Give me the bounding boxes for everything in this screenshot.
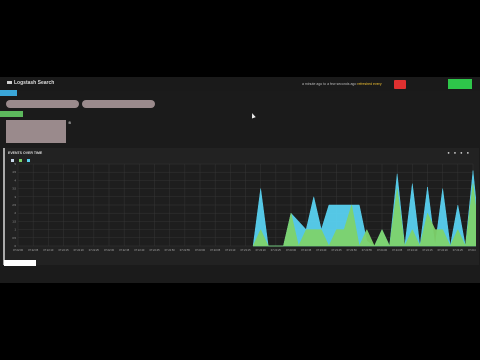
y-tick-label: 3.5 <box>12 187 16 191</box>
x-tick-label: 07:23:35 <box>301 248 312 252</box>
top-nav-bar: Logstash Search a minute ago to a few se… <box>0 77 480 91</box>
x-tick-label: 07:24:20 <box>438 248 449 252</box>
x-tick-label: 07:23:40 <box>316 248 327 252</box>
x-tick-label: 07:22:30 <box>104 248 115 252</box>
x-tick-label: 07:22:50 <box>165 248 176 252</box>
app-title: Logstash Search <box>7 80 54 86</box>
y-tick-label: 2.5 <box>12 203 16 207</box>
x-tick-label: 07:22:15 <box>58 248 69 252</box>
close-icon[interactable]: ⊗ <box>68 120 71 125</box>
x-tick-label: 07:22:00 <box>13 248 24 252</box>
y-tick-label: 4.5 <box>12 170 16 174</box>
y-tick-label: 5 <box>15 162 17 166</box>
y-tick-label: 1.5 <box>12 219 16 223</box>
query-toggle-button[interactable] <box>0 90 17 96</box>
y-tick-label: 0.5 <box>12 236 16 240</box>
close-icon[interactable]: ● <box>467 150 473 155</box>
x-tick-label: 07:24:25 <box>453 248 464 252</box>
refresh-text[interactable]: refreshed every <box>357 82 381 86</box>
app-window: Logstash Search a minute ago to a few se… <box>0 77 480 283</box>
x-tick-label: 07:23:55 <box>362 248 373 252</box>
x-tick-label: 07:22:20 <box>74 248 85 252</box>
query-input-2[interactable] <box>82 100 155 108</box>
events-over-time-panel: EVENTS OVER TIME ●●●● 0 0.5 1 1.5 2 2.5 3 3.5 4 4… <box>3 148 479 265</box>
logo-icon <box>7 81 12 85</box>
x-tick-label: 07:22:10 <box>43 248 54 252</box>
x-tick-label: 07:22:35 <box>119 248 130 252</box>
x-tick-label: 07:23:20 <box>256 248 267 252</box>
y-tick-label: 4 <box>15 178 17 182</box>
app-title-text: Logstash Search <box>14 80 55 86</box>
panel-controls[interactable]: ●●●● <box>447 150 473 155</box>
x-tick-label: 07:23:25 <box>271 248 282 252</box>
x-tick-label: 07:22:05 <box>28 248 39 252</box>
events-chart: 0 0.5 1 1.5 2 2.5 3 3.5 4 4.5 5 07:22:00 07:22:05 07:… <box>12 162 476 252</box>
x-tick-label: 07:24:30 <box>468 248 476 252</box>
x-tick-label: 07:23:30 <box>286 248 297 252</box>
x-tick-label: 07:23:05 <box>210 248 221 252</box>
x-tick-label: 07:24:05 <box>392 248 403 252</box>
x-tick-label: 07:23:50 <box>347 248 358 252</box>
x-tick-label: 07:22:55 <box>180 248 191 252</box>
y-tick-label: 2 <box>15 211 17 215</box>
x-tick-label: 07:22:40 <box>134 248 145 252</box>
add-panel-button[interactable] <box>4 260 36 266</box>
query-input-1[interactable] <box>6 100 79 108</box>
filter-box[interactable] <box>6 120 66 143</box>
time-range-text[interactable]: a minute ago to a few seconds ago <box>302 82 356 86</box>
x-tick-label: 07:22:45 <box>149 248 160 252</box>
alert-icon[interactable] <box>394 80 406 89</box>
x-tick-label: 07:22:25 <box>89 248 100 252</box>
y-tick-label: 1 <box>15 228 17 232</box>
panel-title: EVENTS OVER TIME <box>8 151 43 155</box>
y-tick-label: 0 <box>15 244 17 248</box>
x-tick-label: 07:24:10 <box>407 248 418 252</box>
mouse-cursor <box>250 112 256 119</box>
time-range[interactable]: a minute ago to a few seconds ago refres… <box>302 82 382 86</box>
filter-toggle-button[interactable] <box>0 111 23 117</box>
x-tick-label: 07:23:10 <box>225 248 236 252</box>
x-tick-label: 07:23:00 <box>195 248 206 252</box>
y-tick-label: 3 <box>15 195 17 199</box>
x-tick-label: 07:23:15 <box>240 248 251 252</box>
status-button[interactable] <box>448 79 472 89</box>
x-tick-label: 07:24:00 <box>377 248 388 252</box>
x-tick-label: 07:24:15 <box>422 248 433 252</box>
x-tick-label: 07:23:45 <box>331 248 342 252</box>
